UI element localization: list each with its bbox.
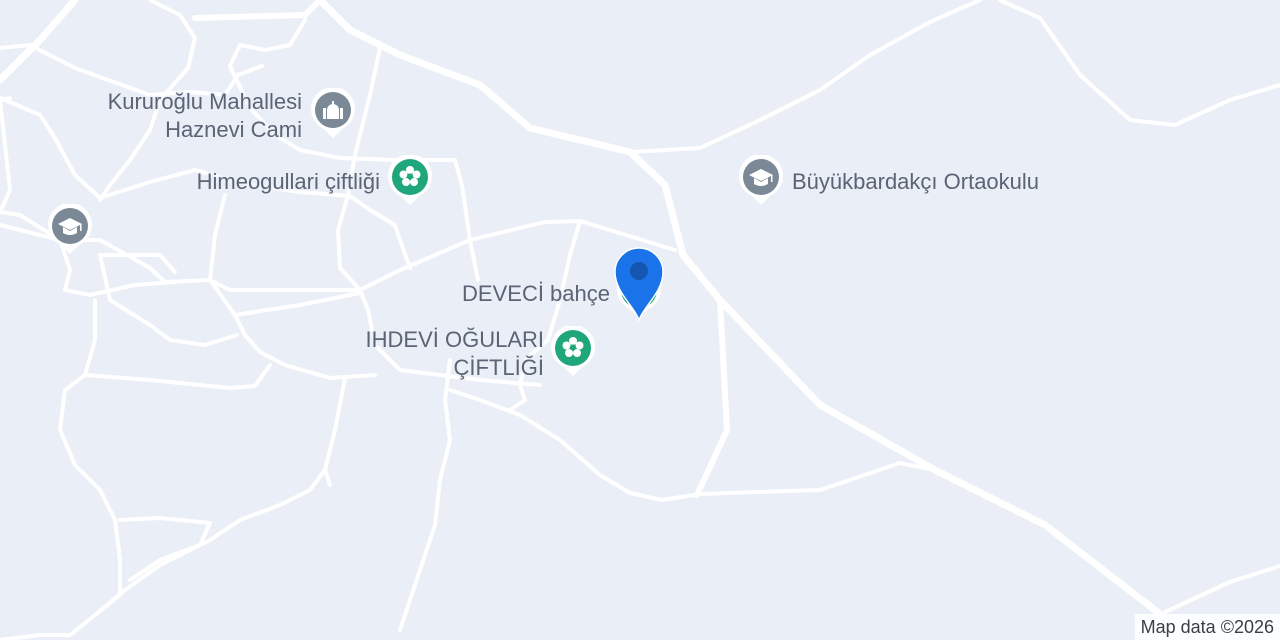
poi-label-ihdevi[interactable]: IHDEVİ OĞULARI ÇİFTLİĞİ: [300, 326, 544, 382]
poi-marker-mosque[interactable]: [309, 86, 357, 140]
poi-marker-school-left[interactable]: [46, 202, 94, 256]
poi-label-ortaokulu[interactable]: Büyükbardakçı Ortaokulu: [792, 168, 1039, 196]
poi-marker-ihdevi[interactable]: [549, 324, 597, 378]
poi-label-himeogullari[interactable]: Himeogullari çiftliği: [120, 168, 380, 196]
poi-label-mosque[interactable]: Kururoğlu Mahallesi Haznevi Cami: [54, 88, 302, 144]
poi-marker-himeogullari[interactable]: [386, 153, 434, 207]
selected-location-pin[interactable]: [610, 244, 668, 324]
map-view[interactable]: Kururoğlu Mahallesi Haznevi Cami Himeogu…: [0, 0, 1280, 640]
poi-label-deveci[interactable]: DEVECİ bahçe: [420, 280, 610, 308]
map-attribution: Map data ©2026: [1134, 614, 1280, 640]
poi-marker-ortaokulu[interactable]: [737, 153, 785, 207]
location-pin-icon: [614, 247, 664, 323]
